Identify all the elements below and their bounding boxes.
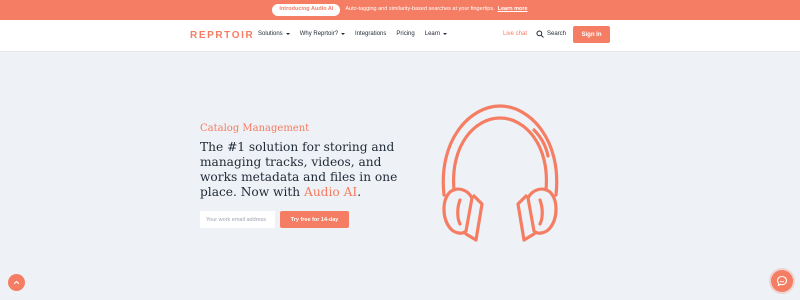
logo[interactable]: REPRTOIR <box>190 30 254 41</box>
nav-item-label: Solutions <box>258 31 283 37</box>
nav-item-label: Why Reprtoir? <box>299 31 339 37</box>
nav-item-label: Learn <box>424 31 441 37</box>
search-icon <box>536 30 544 38</box>
hero-headline: The #1 solution for storing and managing… <box>200 140 400 200</box>
headline-accent: Audio AI <box>304 185 358 199</box>
hero-eyebrow: Catalog Management <box>200 123 310 134</box>
scroll-to-top-button[interactable] <box>8 274 25 291</box>
headphones-illustration <box>441 104 559 242</box>
headline-end: . <box>357 185 362 199</box>
search-label: Search <box>547 31 567 37</box>
nav-item-label: Pricing <box>396 31 415 37</box>
nav-item-integrations[interactable]: Integrations <box>355 31 386 37</box>
live-chat-link[interactable]: Live chat <box>503 31 527 37</box>
search-button[interactable]: Search <box>536 30 566 38</box>
email-field[interactable] <box>200 211 275 228</box>
nav-item-label: Integrations <box>355 31 387 37</box>
chat-widget-button[interactable] <box>771 270 793 292</box>
navbar: REPRTOIR Solutions Why Reprtoir? Integra… <box>0 20 800 52</box>
nav-item-solutions[interactable]: Solutions <box>258 31 290 37</box>
headline-text: The #1 solution for storing and managing… <box>200 140 398 199</box>
announcement-pill[interactable]: Introducing Audio AI <box>272 4 341 16</box>
nav-item-learn[interactable]: Learn <box>424 31 448 37</box>
learn-more-link[interactable]: Learn more <box>498 7 528 13</box>
nav-links: Solutions Why Reprtoir? Integrations Pri… <box>258 31 457 37</box>
sign-in-button[interactable]: Sign In <box>573 26 610 43</box>
announcement-banner: Introducing Audio AI Auto-tagging and si… <box>0 0 800 20</box>
chat-icon <box>776 275 788 287</box>
chevron-up-icon <box>13 280 20 285</box>
nav-item-why-reprtoir[interactable]: Why Reprtoir? <box>299 31 346 37</box>
chevron-down-icon <box>341 33 346 35</box>
try-free-button[interactable]: Try free for 14-day <box>280 211 349 228</box>
chevron-down-icon <box>285 33 290 35</box>
announcement-text: Auto-tagging and similarity-based search… <box>345 6 495 13</box>
nav-item-pricing[interactable]: Pricing <box>396 31 414 37</box>
chevron-down-icon <box>443 33 448 35</box>
